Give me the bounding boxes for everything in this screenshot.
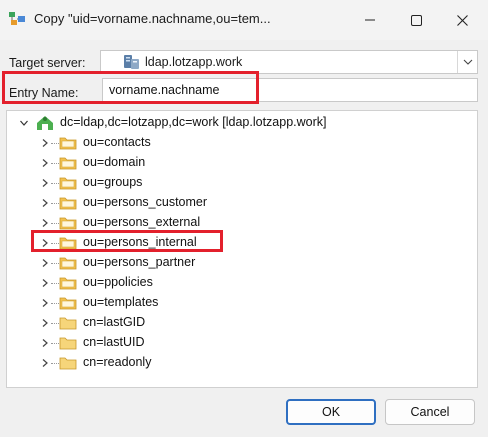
chevron-right-icon[interactable] [40,258,50,268]
folder-icon [59,297,77,310]
target-server-select[interactable]: ldap.lotzapp.work [100,50,478,74]
chevron-down-icon [463,59,472,65]
entry-name-label: Entry Name: [9,86,79,100]
chevron-right-icon[interactable] [40,218,50,228]
tree-root-row[interactable]: dc=ldap,dc=lotzapp,dc=work [ldap.lotzapp… [7,113,477,133]
tree-item[interactable]: ou=templates [7,293,477,313]
server-icon [124,55,139,69]
chevron-right-icon[interactable] [40,138,50,148]
tree-item[interactable]: ou=persons_internal [7,233,477,253]
entry-name-input[interactable] [102,78,478,102]
chevron-right-icon[interactable] [40,298,50,308]
close-button[interactable] [439,0,485,40]
tree-item[interactable]: ou=persons_customer [7,193,477,213]
target-server-label: Target server: [9,56,86,70]
ok-button[interactable]: OK [286,399,376,425]
chevron-right-icon[interactable] [40,278,50,288]
tree-item-label: ou=persons_external [83,215,201,229]
chevron-right-icon[interactable] [40,318,50,328]
chevron-right-icon[interactable] [40,238,50,248]
tree-item-label: ou=templates [83,295,159,309]
folder-icon [59,277,77,290]
tree-item-label: cn=readonly [83,355,152,369]
tree-item-label: ou=ppolicies [83,275,153,289]
cancel-button[interactable]: Cancel [385,399,475,425]
ldap-root-icon [37,116,53,130]
chevron-right-icon[interactable] [40,158,50,168]
object-icon [59,317,77,330]
object-icon [59,357,77,370]
chevron-right-icon[interactable] [40,358,50,368]
folder-icon [59,177,77,190]
tree-item[interactable]: ou=ppolicies [7,273,477,293]
folder-icon [59,257,77,270]
folder-icon [59,217,77,230]
object-icon [59,337,77,350]
entry-name-row: Entry Name: [5,73,478,103]
tree-root-label: dc=ldap,dc=lotzapp,dc=work [ldap.lotzapp… [60,115,327,129]
maximize-icon [410,14,422,26]
tree-view[interactable]: dc=ldap,dc=lotzapp,dc=work [ldap.lotzapp… [6,110,478,388]
server-dropdown-button[interactable] [457,51,477,73]
minimize-icon [365,19,375,21]
tree-item[interactable]: cn=lastUID [7,333,477,353]
folder-icon [59,237,77,250]
app-icon [9,12,25,25]
title-bar: Copy "uid=vorname.nachname,ou=tem... [0,0,488,40]
tree-item-label: cn=lastGID [83,315,146,329]
tree-item[interactable]: cn=lastGID [7,313,477,333]
tree-item-label: cn=lastUID [83,335,145,349]
tree-item[interactable]: ou=contacts [7,133,477,153]
tree-item-label: ou=domain [83,155,146,169]
chevron-right-icon[interactable] [40,178,50,188]
tree-item-label: ou=groups [83,175,143,189]
folder-icon [59,137,77,150]
tree-item[interactable]: ou=persons_partner [7,253,477,273]
close-icon [456,14,468,26]
tree-item-label: ou=contacts [83,135,151,149]
maximize-button[interactable] [393,0,439,40]
target-server-value: ldap.lotzapp.work [145,55,243,69]
tree-item-label: ou=persons_internal [83,235,197,249]
tree-item[interactable]: ou=groups [7,173,477,193]
tree-item[interactable]: ou=persons_external [7,213,477,233]
tree-item-label: ou=persons_customer [83,195,208,209]
folder-icon [59,197,77,210]
tree-item[interactable]: ou=domain [7,153,477,173]
minimize-button[interactable] [347,0,393,40]
folder-icon [59,157,77,170]
chevron-right-icon[interactable] [40,338,50,348]
chevron-right-icon[interactable] [40,198,50,208]
tree-item[interactable]: cn=readonly [7,353,477,373]
window-title: Copy "uid=vorname.nachname,ou=tem... [34,11,271,26]
chevron-down-icon[interactable] [19,118,29,128]
tree-item-label: ou=persons_partner [83,255,196,269]
